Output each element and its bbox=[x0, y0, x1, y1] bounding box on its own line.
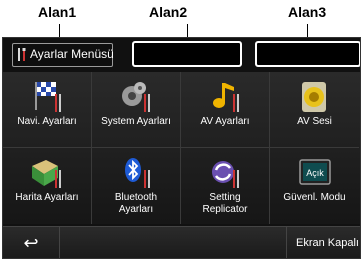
music-note-icon bbox=[213, 83, 239, 112]
safety-mode-badge: Açık bbox=[306, 168, 324, 178]
menu-item-label: Navi. Ayarları bbox=[17, 116, 77, 127]
area1-callout: Alan1 bbox=[38, 4, 77, 20]
menu-item-setting-replicator[interactable]: Setting Replicator bbox=[181, 148, 270, 224]
back-arrow-icon: ↩ bbox=[23, 232, 39, 253]
screen-off-button[interactable]: Ekran Kapalı bbox=[286, 227, 360, 258]
menu-item-label: AV Ayarları bbox=[200, 116, 250, 127]
checkered-flag-icon bbox=[35, 82, 61, 112]
menu-item-label: Güvenl. Modu bbox=[283, 192, 346, 203]
sync-arrows-icon bbox=[212, 161, 239, 188]
area3-leader-line bbox=[307, 24, 308, 38]
menu-item-system-settings[interactable]: System Ayarları bbox=[92, 72, 181, 148]
menu-item-label: System Ayarları bbox=[101, 116, 171, 127]
area1-title-field: Ayarlar Menüsü bbox=[12, 43, 114, 67]
settings-menu-grid: Navi. Ayarları System Ayarları AV Ayarla… bbox=[3, 72, 360, 224]
area2-status-field bbox=[132, 41, 242, 67]
area3-callout: Alan3 bbox=[288, 4, 327, 20]
device-screen: Ayarlar Menüsü Navi. Ayarları System Aya… bbox=[2, 37, 361, 259]
menu-item-label: AV Sesi bbox=[297, 116, 332, 127]
map-icon bbox=[32, 160, 61, 188]
area3-status-field bbox=[255, 41, 360, 67]
page-title: Ayarlar Menüsü bbox=[30, 47, 114, 61]
area2-leader-line bbox=[187, 24, 188, 38]
speaker-icon bbox=[301, 82, 326, 112]
area1-leader-line bbox=[59, 24, 60, 38]
menu-item-label: Setting Replicator bbox=[202, 192, 248, 215]
wrench-screwdriver-icon bbox=[18, 48, 26, 61]
menu-item-label: Bluetooth Ayarları bbox=[114, 192, 158, 215]
menu-item-map-settings[interactable]: Harita Ayarları bbox=[3, 148, 92, 224]
menu-item-safety-mode[interactable]: Açık Güvenl. Modu bbox=[270, 148, 359, 224]
bottom-bar: ↩ Ekran Kapalı bbox=[3, 226, 360, 258]
back-button[interactable]: ↩ bbox=[3, 227, 60, 258]
area2-callout: Alan2 bbox=[149, 4, 188, 20]
safety-display-icon: Açık bbox=[298, 159, 331, 185]
menu-item-label: Harita Ayarları bbox=[15, 192, 79, 203]
menu-item-av-settings[interactable]: AV Ayarları bbox=[181, 72, 270, 148]
bluetooth-icon bbox=[125, 158, 150, 188]
menu-item-navi-settings[interactable]: Navi. Ayarları bbox=[3, 72, 92, 148]
gears-icon bbox=[122, 82, 150, 112]
menu-item-av-sound[interactable]: AV Sesi bbox=[270, 72, 359, 148]
menu-item-bluetooth-settings[interactable]: Bluetooth Ayarları bbox=[92, 148, 181, 224]
